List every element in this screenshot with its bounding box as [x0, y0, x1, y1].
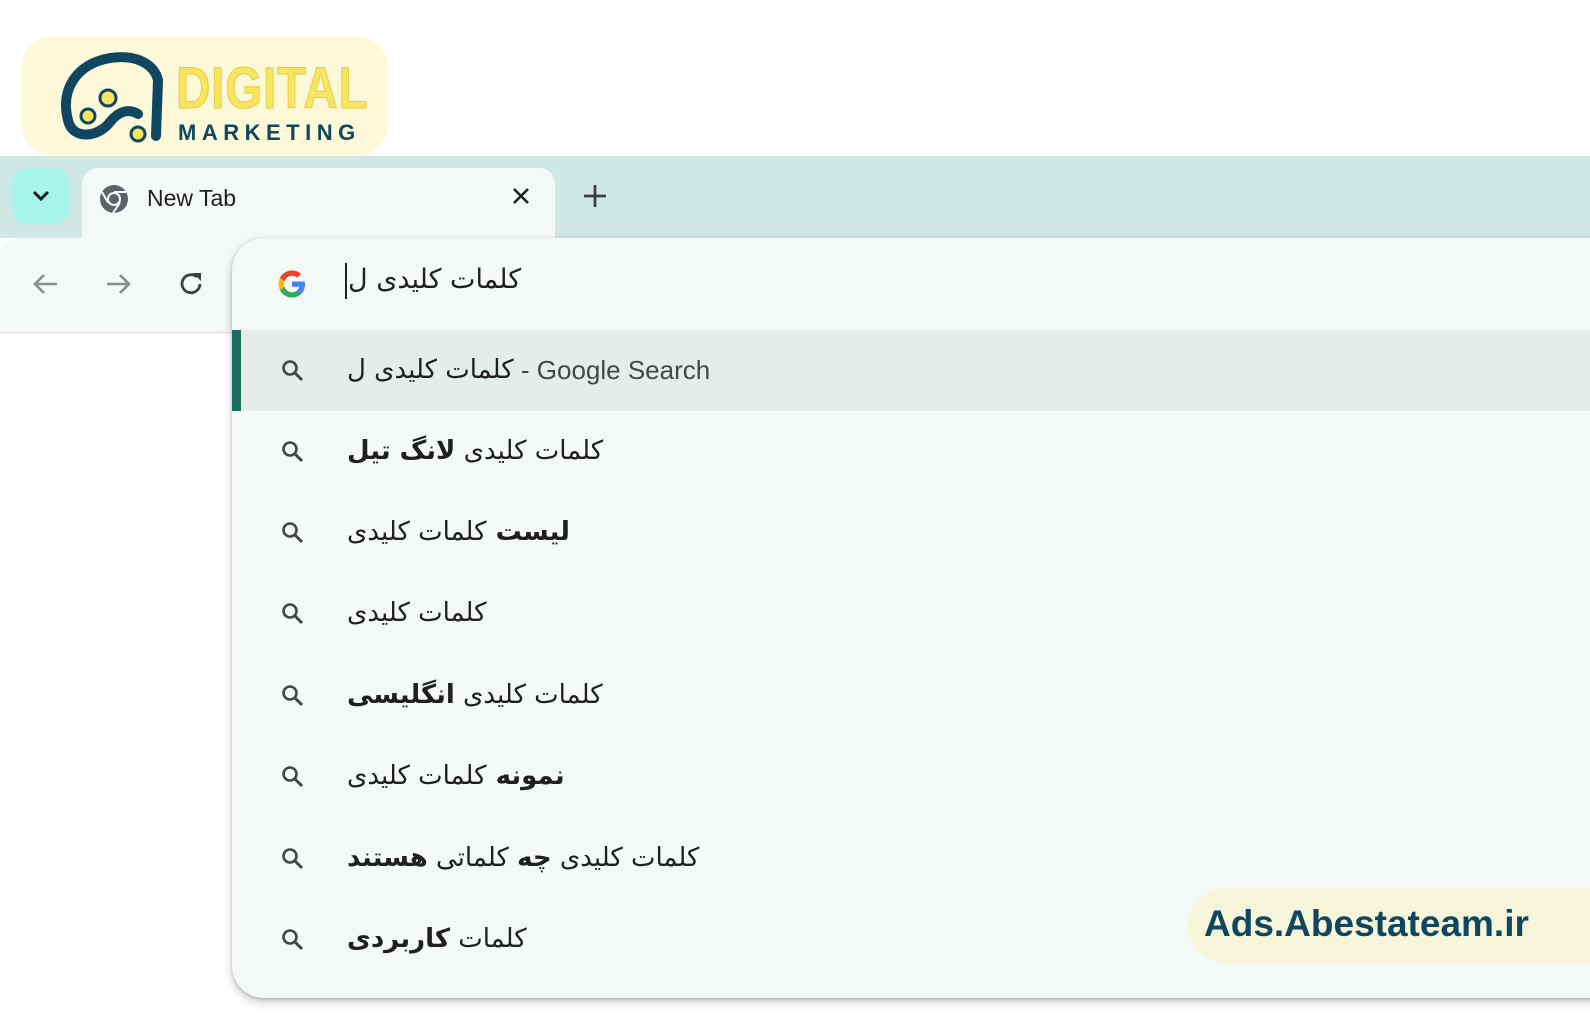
suggestion-row[interactable]: کلمات کلیدی [232, 573, 1590, 654]
tab-search-button[interactable] [12, 168, 69, 224]
search-icon [282, 848, 304, 870]
suggestion-match: کلماتی [427, 843, 518, 873]
chrome-icon [100, 185, 128, 214]
suggestion-completion: هستند [347, 843, 428, 873]
suggestion-row[interactable]: کلمات کلیدی انگلیسی [232, 655, 1590, 736]
suggestion-text: لیست کلمات کلیدی [347, 512, 570, 552]
suggestion-completion: لانگ تیل [347, 436, 456, 466]
tab-new-tab[interactable]: New Tab [82, 168, 555, 240]
watermark-badge: Ads.Abestateam.ir [1188, 888, 1590, 963]
omnibox-query[interactable]: کلمات کلیدی ل [348, 260, 521, 300]
search-icon [282, 929, 304, 951]
suggestion-match: کلمات [449, 924, 527, 954]
suggestion-match: کلمات کلیدی [347, 598, 487, 628]
logo-word-marketing: MARKETING [178, 120, 361, 145]
search-icon [282, 603, 304, 625]
google-icon [278, 270, 305, 298]
suggestion-match: کلمات کلیدی ل [347, 355, 514, 385]
suggestion-completion: انگلیسی [347, 680, 455, 710]
search-icon [282, 522, 304, 544]
search-icon [282, 685, 304, 707]
suggestion-text: کلمات کلیدی چه کلماتی هستند [347, 838, 699, 878]
new-tab-button[interactable] [580, 181, 610, 211]
suggestion-match: کلمات کلیدی [454, 680, 603, 710]
suggestion-row[interactable]: کلمات کلیدی لانگ تیل [232, 411, 1590, 492]
suggestion-text: کلمات کلیدی [347, 593, 487, 633]
suggestion-text: نمونه کلمات کلیدی [347, 756, 565, 796]
suggestion-completion: کاربردی [347, 924, 450, 954]
logo-mark-icon [61, 52, 163, 143]
suggestion-completion: چه [517, 843, 552, 873]
search-icon [282, 360, 304, 382]
arrow-right-icon[interactable] [102, 268, 134, 300]
suggestion-match: کلمات کلیدی [347, 517, 487, 547]
text-caret [345, 263, 347, 299]
suggestion-row[interactable]: کلمات کلیدی ل - Google Search [232, 330, 1590, 411]
suggestion-row[interactable]: کلمات کلیدی چه کلماتی هستند [232, 818, 1590, 899]
suggestion-completion: لیست [486, 517, 570, 547]
tab-title: New Tab [147, 185, 237, 211]
suggestion-match: کلمات کلیدی [551, 843, 700, 873]
suggestion-row[interactable]: نمونه کلمات کلیدی [232, 736, 1590, 817]
brand-logo: DIGITAL MARKETING [22, 37, 388, 155]
reload-icon[interactable] [175, 268, 207, 300]
suggestion-text: کلمات کلیدی لانگ تیل [347, 431, 603, 471]
suggestion-text: کلمات کلیدی ل - Google Search [347, 350, 710, 390]
search-icon [282, 441, 304, 463]
search-icon [282, 766, 304, 788]
suggestion-row[interactable]: لیست کلمات کلیدی [232, 492, 1590, 573]
suggestion-match: کلمات کلیدی [455, 436, 604, 466]
suggestion-completion: نمونه [486, 761, 565, 791]
close-icon[interactable] [510, 185, 532, 207]
suggestion-text: کلمات کلیدی انگلیسی [347, 675, 603, 715]
watermark-text: Ads.Abestateam.ir [1204, 903, 1529, 944]
suggestion-text: کلمات کاربردی [347, 919, 527, 959]
omnibox-dropdown: کلمات کلیدی ل کلمات کلیدی ل - Google Sea… [232, 238, 1590, 998]
omnibox-input-row[interactable]: کلمات کلیدی ل [232, 238, 1590, 330]
arrow-left-icon[interactable] [30, 268, 62, 300]
suggestion-match: کلمات کلیدی [347, 761, 487, 791]
logo-word-digital: DIGITAL [176, 56, 369, 121]
suggestion-description: - Google Search [513, 355, 711, 385]
chevron-down-icon [32, 190, 49, 202]
